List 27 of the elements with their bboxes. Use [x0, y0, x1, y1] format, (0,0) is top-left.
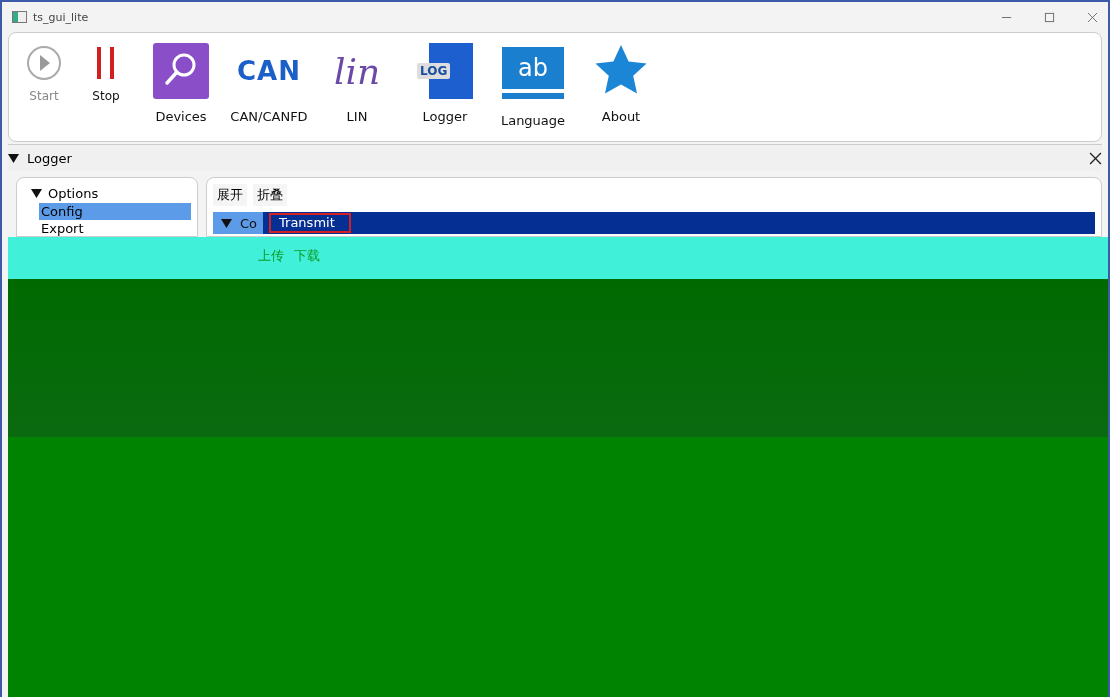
lin-logo-icon: lin: [329, 43, 385, 99]
toolbar-button[interactable]: LOG Logger: [403, 33, 487, 124]
toolbar-button[interactable]: lin LIN: [315, 33, 399, 124]
toolbar-button[interactable]: CAN CAN/CANFD: [227, 33, 311, 124]
toolbar-button[interactable]: Stop: [77, 33, 135, 103]
toolbar-button[interactable]: 折叠: [253, 184, 287, 206]
toolbar-button[interactable]: About: [579, 33, 663, 124]
magnifier-icon: [153, 43, 209, 99]
log-file-icon: LOG: [417, 43, 473, 99]
toolbar-button[interactable]: ab Language: [491, 33, 575, 128]
input-field[interactable]: Transmit: [269, 213, 351, 233]
tree-item[interactable]: Config: [39, 203, 191, 220]
maximize-icon[interactable]: [1044, 11, 1055, 23]
section-title: Co: [240, 215, 258, 231]
play-icon: [26, 45, 62, 81]
toolbar-button[interactable]: Devices: [139, 33, 223, 124]
section-header[interactable]: Co Transmit: [213, 212, 1095, 234]
expand-arrow-icon[interactable]: [31, 188, 42, 199]
expand-arrow-icon[interactable]: [221, 217, 232, 229]
app-icon: [12, 11, 27, 23]
expand-arrow-icon[interactable]: [8, 152, 19, 164]
panel-title: Logger: [27, 150, 72, 166]
tree-item[interactable]: Options: [48, 186, 99, 201]
toolbar-button[interactable]: 展开: [213, 184, 247, 206]
tree-item[interactable]: Export: [39, 220, 191, 237]
window-title: ts_gui_lite: [33, 10, 89, 24]
close-icon[interactable]: [1089, 151, 1102, 165]
